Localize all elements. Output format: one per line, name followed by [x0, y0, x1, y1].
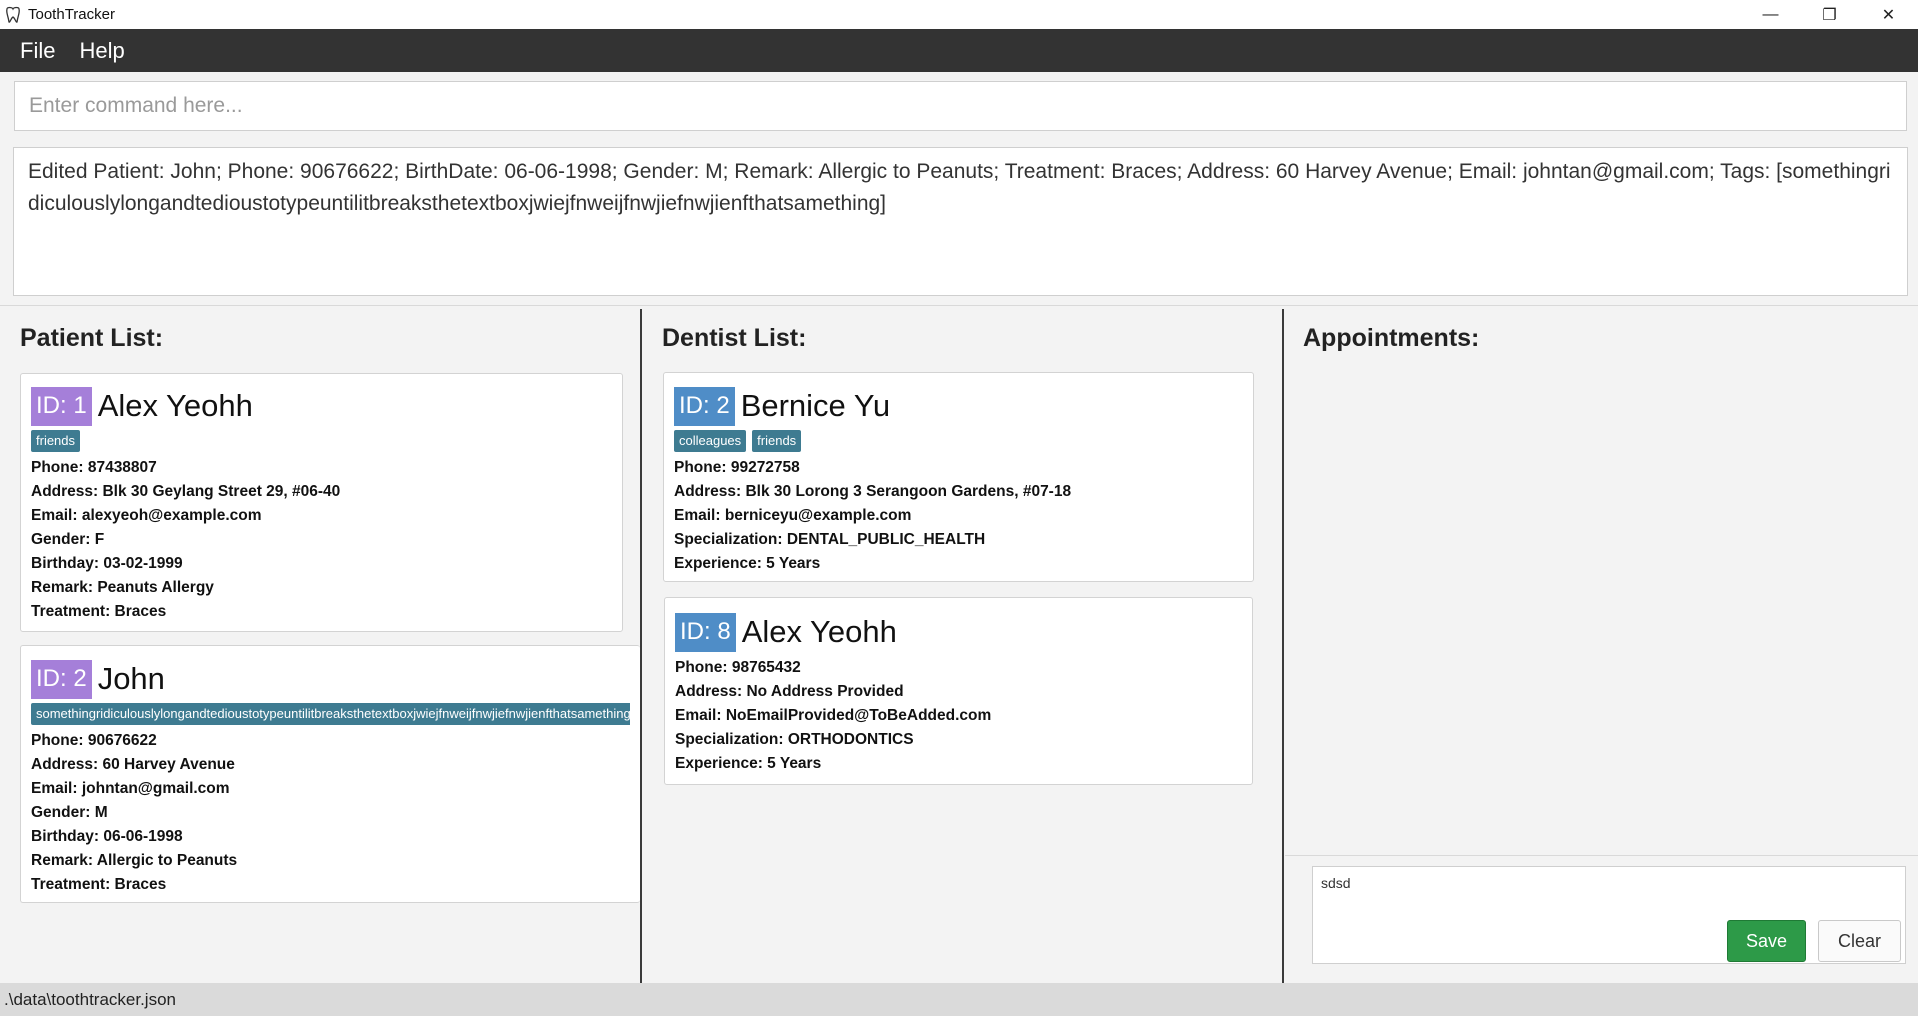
clear-button[interactable]: Clear	[1818, 920, 1901, 962]
column-separator[interactable]	[640, 309, 642, 983]
menu-bar: File Help	[0, 29, 1918, 72]
patient-list-panel: Patient List: ID: 1 Alex Yeohh friends P…	[0, 309, 640, 983]
divider	[1285, 855, 1918, 856]
tag: friends	[31, 430, 81, 452]
patient-phone: Phone: 87438807	[31, 459, 157, 476]
command-box	[14, 81, 1907, 131]
restore-button[interactable]: ❐	[1800, 0, 1859, 29]
patient-email: Email: alexyeoh@example.com	[31, 507, 262, 524]
dentist-list-panel: Dentist List: ID: 2 Bernice Yu colleague…	[643, 309, 1282, 983]
patient-id-badge: ID: 2	[31, 659, 92, 699]
dentist-id-badge: ID: 8	[675, 612, 736, 652]
tag: colleagues	[674, 430, 747, 452]
appointment-note-input[interactable]: sdsd	[1313, 867, 1905, 927]
tag: somethingridiculouslylongandtedioustotyp…	[31, 703, 630, 725]
dentist-specialization: Specialization: ORTHODONTICS	[675, 731, 914, 748]
title-bar: ToothTracker — ❐ ✕	[0, 0, 1918, 29]
dentist-phone: Phone: 98765432	[675, 659, 801, 676]
dentist-specialization: Specialization: DENTAL_PUBLIC_HEALTH	[674, 531, 986, 548]
patient-treatment: Treatment: Braces	[31, 603, 167, 620]
patient-gender: Gender: F	[31, 531, 105, 548]
patient-address: Address: 60 Harvey Avenue	[31, 756, 235, 773]
tag-list: colleagues friends	[674, 430, 1243, 452]
tag-list: somethingridiculouslylongandtedioustotyp…	[31, 703, 630, 725]
patient-card[interactable]: ID: 1 Alex Yeohh friends Phone: 87438807…	[20, 373, 623, 632]
patient-birthday: Birthday: 03-02-1999	[31, 555, 183, 572]
dentist-id-badge: ID: 2	[674, 386, 735, 426]
dentist-card[interactable]: ID: 8 Alex Yeohh Phone: 98765432 Address…	[664, 597, 1253, 785]
patient-treatment: Treatment: Braces	[31, 876, 167, 893]
result-display: Edited Patient: John; Phone: 90676622; B…	[13, 147, 1908, 296]
patient-name: Alex Yeohh	[97, 388, 253, 423]
dentist-name: Bernice Yu	[740, 388, 891, 423]
patient-name: John	[97, 661, 165, 696]
patient-remark: Remark: Allergic to Peanuts	[31, 852, 238, 869]
patient-list-title: Patient List:	[20, 324, 164, 352]
patient-phone: Phone: 90676622	[31, 732, 157, 749]
data-file-path: .\data\toothtracker.json	[4, 989, 176, 1009]
divider	[0, 305, 1918, 306]
close-button[interactable]: ✕	[1859, 0, 1918, 29]
patient-id-badge: ID: 1	[31, 386, 92, 426]
dentist-experience: Experience: 5 Years	[675, 755, 822, 772]
patient-remark: Remark: Peanuts Allergy	[31, 579, 214, 596]
dentist-address: Address: Blk 30 Lorong 3 Serangoon Garde…	[674, 483, 1072, 500]
appointments-title: Appointments:	[1303, 324, 1480, 352]
minimize-button[interactable]: —	[1741, 0, 1800, 29]
status-bar: .\data\toothtracker.json	[0, 983, 1918, 1016]
patient-gender: Gender: M	[31, 804, 108, 821]
patient-card[interactable]: ID: 2 John somethingridiculouslylongandt…	[20, 645, 640, 903]
patient-address: Address: Blk 30 Geylang Street 29, #06-4…	[31, 483, 341, 500]
dentist-experience: Experience: 5 Years	[674, 555, 821, 572]
window-title: ToothTracker	[28, 6, 115, 23]
dentist-email: Email: NoEmailProvided@ToBeAdded.com	[675, 707, 992, 724]
patient-email: Email: johntan@gmail.com	[31, 780, 230, 797]
dentist-list-title: Dentist List:	[662, 324, 807, 352]
patient-birthday: Birthday: 06-06-1998	[31, 828, 183, 845]
dentist-name: Alex Yeohh	[741, 614, 897, 649]
tooth-icon	[4, 6, 22, 24]
tag: friends	[752, 430, 802, 452]
dentist-address: Address: No Address Provided	[675, 683, 904, 700]
command-input[interactable]	[15, 82, 1906, 130]
column-separator[interactable]	[1282, 309, 1284, 983]
menu-help[interactable]: Help	[69, 38, 134, 64]
dentist-phone: Phone: 99272758	[674, 459, 800, 476]
save-button[interactable]: Save	[1727, 920, 1806, 962]
appointment-note-box: sdsd	[1312, 866, 1906, 964]
tag-list: friends	[31, 430, 612, 452]
dentist-card[interactable]: ID: 2 Bernice Yu colleagues friends Phon…	[663, 372, 1254, 582]
menu-file[interactable]: File	[10, 38, 65, 64]
dentist-email: Email: berniceyu@example.com	[674, 507, 912, 524]
